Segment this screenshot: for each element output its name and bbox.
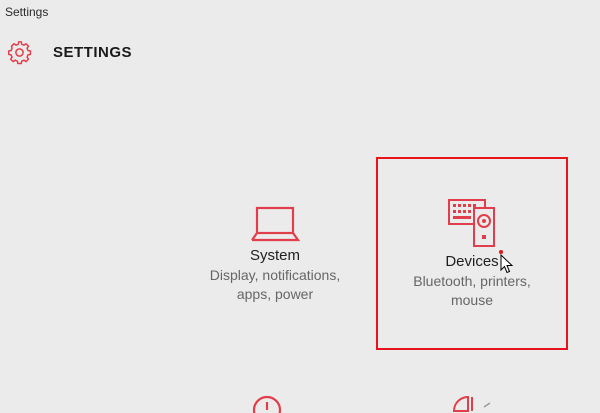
gear-icon bbox=[7, 40, 32, 64]
laptop-icon bbox=[251, 206, 301, 242]
mouse-cursor-icon bbox=[500, 254, 514, 274]
tile-system-description: Display, notifications, apps, power bbox=[195, 266, 355, 304]
settings-header: SETTINGS bbox=[6, 38, 132, 66]
tile-system[interactable]: System Display, notifications, apps, pow… bbox=[195, 205, 355, 304]
tile-devices-label: Devices bbox=[445, 253, 499, 270]
tile-system-label: System bbox=[249, 247, 300, 264]
devices-icon bbox=[448, 199, 495, 247]
tile-devices-desc-line1: Bluetooth, printers, bbox=[413, 273, 531, 289]
clock-icon[interactable] bbox=[250, 393, 284, 413]
tile-devices[interactable]: Devices Bluetooth, printers, mouse bbox=[376, 157, 568, 350]
page-title: SETTINGS bbox=[53, 43, 133, 61]
tile-system-desc-line1: Display, notifications, bbox=[209, 267, 341, 283]
tile-devices-description: Bluetooth, printers, mouse bbox=[378, 272, 566, 310]
tile-system-desc-line2: apps, power bbox=[236, 286, 314, 302]
tile-devices-desc-line2: mouse bbox=[450, 292, 494, 308]
pie-icon[interactable] bbox=[444, 395, 494, 413]
window-title: Settings bbox=[5, 5, 49, 19]
